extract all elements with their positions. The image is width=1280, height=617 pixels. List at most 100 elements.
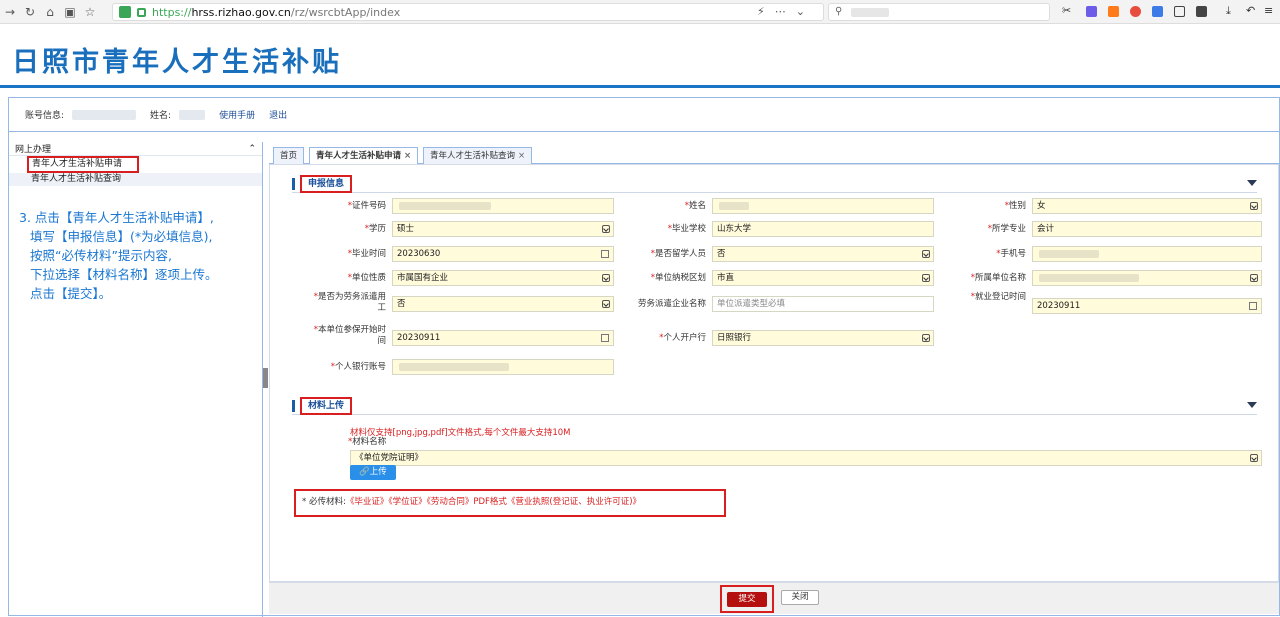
- chevron-down-icon: [602, 300, 610, 308]
- manual-link[interactable]: 使用手册: [219, 108, 255, 121]
- tab-apply[interactable]: 青年人才生活补贴申请 ×: [309, 147, 419, 165]
- sidebar: 网上办理 ⌃ 青年人才生活补贴申请 青年人才生活补贴查询 3. 点击【青年人才生…: [9, 142, 263, 617]
- back-icon[interactable]: →: [0, 5, 20, 19]
- section-upload: 材料上传: [292, 397, 1257, 415]
- unit-name-label: *所属单位名称: [970, 273, 1026, 283]
- insurance-field[interactable]: 20230911: [392, 330, 614, 346]
- user-bar: 账号信息: 姓名: 使用手册 退出: [9, 98, 1279, 132]
- gender-select[interactable]: 女: [1032, 198, 1262, 214]
- calendar-icon[interactable]: [601, 250, 609, 258]
- bank-select[interactable]: 日照银行: [712, 330, 934, 346]
- name-value: [179, 109, 206, 120]
- chevron-down-icon: [1250, 202, 1258, 210]
- window-icon[interactable]: [1174, 6, 1185, 17]
- reload-icon[interactable]: ↻: [20, 5, 40, 19]
- bank-label: *个人开户行: [659, 333, 706, 343]
- name-label: *姓名: [684, 201, 706, 211]
- phone-field[interactable]: [1032, 246, 1262, 262]
- dispatch-select[interactable]: 否: [392, 296, 614, 312]
- unit-type-label: *单位性质: [347, 273, 386, 283]
- form-content: 申报信息 *证件号码 *姓名 *性别 女 *学历 硕士 *毕业学校 山东大学 *…: [269, 164, 1279, 582]
- tab-query[interactable]: 青年人才生活补贴查询 ×: [423, 147, 533, 164]
- menu-icon[interactable]: ≡: [1264, 4, 1275, 17]
- material-name-select[interactable]: 《单位党院证明》: [350, 450, 1262, 466]
- close-button[interactable]: 关闭: [781, 590, 819, 605]
- extension-icon[interactable]: [1086, 6, 1097, 17]
- unit-name-select[interactable]: [1032, 270, 1262, 286]
- sidebar-header[interactable]: 网上办理 ⌃: [9, 142, 262, 156]
- link-icon: 🔗: [359, 467, 370, 477]
- dispatch-company-label: 劳务派遣企业名称: [637, 299, 706, 309]
- close-icon[interactable]: ×: [404, 151, 411, 161]
- tab-home[interactable]: 首页: [273, 147, 305, 164]
- major-field[interactable]: 会计: [1032, 221, 1262, 237]
- chevron-down-icon: [922, 274, 930, 282]
- section-apply-info: 申报信息: [292, 175, 1257, 193]
- weibo-icon[interactable]: [1130, 6, 1141, 17]
- submit-button[interactable]: 提交: [727, 592, 767, 607]
- scissors-icon[interactable]: ✂: [1062, 4, 1073, 17]
- page-title: 日照市青年人才生活补贴: [12, 47, 342, 78]
- tax-district-label: *单位纳税区划: [650, 273, 706, 283]
- dispatch-company-field[interactable]: 单位派遣类型必填: [712, 296, 934, 312]
- name-field[interactable]: [712, 198, 934, 214]
- gender-label: *性别: [1004, 201, 1026, 211]
- form-footer: 提交 关闭: [269, 582, 1279, 614]
- collapse-caret-icon[interactable]: [1247, 402, 1257, 408]
- sidebar-item-query[interactable]: 青年人才生活补贴查询: [9, 173, 262, 186]
- collapse-caret-icon[interactable]: [1247, 180, 1257, 186]
- url-text: https://hrss.rizhao.gov.cn/rz/wsrcbtApp/…: [152, 5, 401, 19]
- calendar-icon[interactable]: [1249, 302, 1257, 310]
- phone-label: *手机号: [996, 249, 1026, 259]
- calendar-icon[interactable]: [601, 334, 609, 342]
- employ-reg-label: *就业登记时间: [970, 292, 1026, 302]
- logout-link[interactable]: 退出: [269, 108, 287, 121]
- required-materials-box: * 必传材料:《毕业证》《学位证》《劳动合同》PDF格式《营业执照(登记证、执业…: [294, 489, 726, 517]
- download-icon[interactable]: ⤓: [1226, 4, 1237, 17]
- material-name-label: *材料名称: [348, 437, 387, 447]
- star-icon[interactable]: ☆: [80, 5, 100, 19]
- chevron-down-icon: [922, 250, 930, 258]
- chevron-down-icon: [602, 274, 610, 282]
- mail-icon[interactable]: [1152, 6, 1163, 17]
- submit-highlight: 提交: [720, 585, 774, 613]
- grad-time-field[interactable]: 20230630: [392, 246, 614, 262]
- app-container: 账号信息: 姓名: 使用手册 退出 网上办理 ⌃ 青年人才生活补贴申请 青年人才…: [8, 97, 1280, 617]
- education-select[interactable]: 硕士: [392, 221, 614, 237]
- major-label: *所学专业: [987, 224, 1026, 234]
- briefcase-icon[interactable]: ▣: [60, 5, 80, 19]
- bank-account-label: *个人银行账号: [330, 362, 386, 372]
- tab-bar: 首页 青年人才生活补贴申请 × 青年人才生活补贴查询 ×: [269, 146, 1279, 165]
- employ-reg-field[interactable]: 20230911: [1032, 298, 1262, 314]
- extension-icon[interactable]: [1108, 6, 1119, 17]
- chevron-down-icon: [1250, 454, 1258, 462]
- site-banner: 日照市青年人才生活补贴: [0, 24, 1280, 88]
- name-label: 姓名:: [150, 111, 172, 121]
- chevron-down-icon: [602, 225, 610, 233]
- account-value: [72, 109, 137, 120]
- urlbar-actions-icon[interactable]: ⚡⋯⌄: [757, 5, 815, 18]
- bank-account-field[interactable]: [392, 359, 614, 375]
- search-icon: ⚲: [835, 6, 843, 17]
- home-icon[interactable]: ⌂: [40, 5, 60, 19]
- collapse-up-icon[interactable]: ⌃: [248, 144, 256, 154]
- lock-icon: [137, 7, 146, 17]
- tax-district-select[interactable]: 市直: [712, 270, 934, 286]
- unit-type-select[interactable]: 市属国有企业: [392, 270, 614, 286]
- overseas-select[interactable]: 否: [712, 246, 934, 262]
- puzzle-icon[interactable]: [1196, 6, 1207, 17]
- search-input[interactable]: ⚲: [828, 3, 1050, 21]
- address-bar[interactable]: https://hrss.rizhao.gov.cn/rz/wsrcbtApp/…: [112, 3, 824, 21]
- sidebar-item-apply[interactable]: 青年人才生活补贴申请: [27, 156, 139, 173]
- undo-icon[interactable]: ↶: [1246, 4, 1257, 17]
- id-number-field[interactable]: [392, 198, 614, 214]
- insurance-label: *本单位参保开始时间: [313, 325, 386, 346]
- sidebar-collapse-handle[interactable]: [263, 368, 268, 388]
- browser-toolbar: → ↻ ⌂ ▣ ☆ https://hrss.rizhao.gov.cn/rz/…: [0, 0, 1280, 24]
- upload-button[interactable]: 🔗上传: [350, 465, 396, 480]
- id-number-label: *证件号码: [347, 201, 386, 211]
- guide-text: 3. 点击【青年人才生活补贴申请】, 填写【申报信息】(*为必填信息), 按照“…: [19, 210, 218, 301]
- school-field[interactable]: 山东大学: [712, 221, 934, 237]
- main-panel: 首页 青年人才生活补贴申请 × 青年人才生活补贴查询 × 申报信息 *证件号码 *姓…: [269, 142, 1279, 617]
- close-icon[interactable]: ×: [518, 151, 525, 161]
